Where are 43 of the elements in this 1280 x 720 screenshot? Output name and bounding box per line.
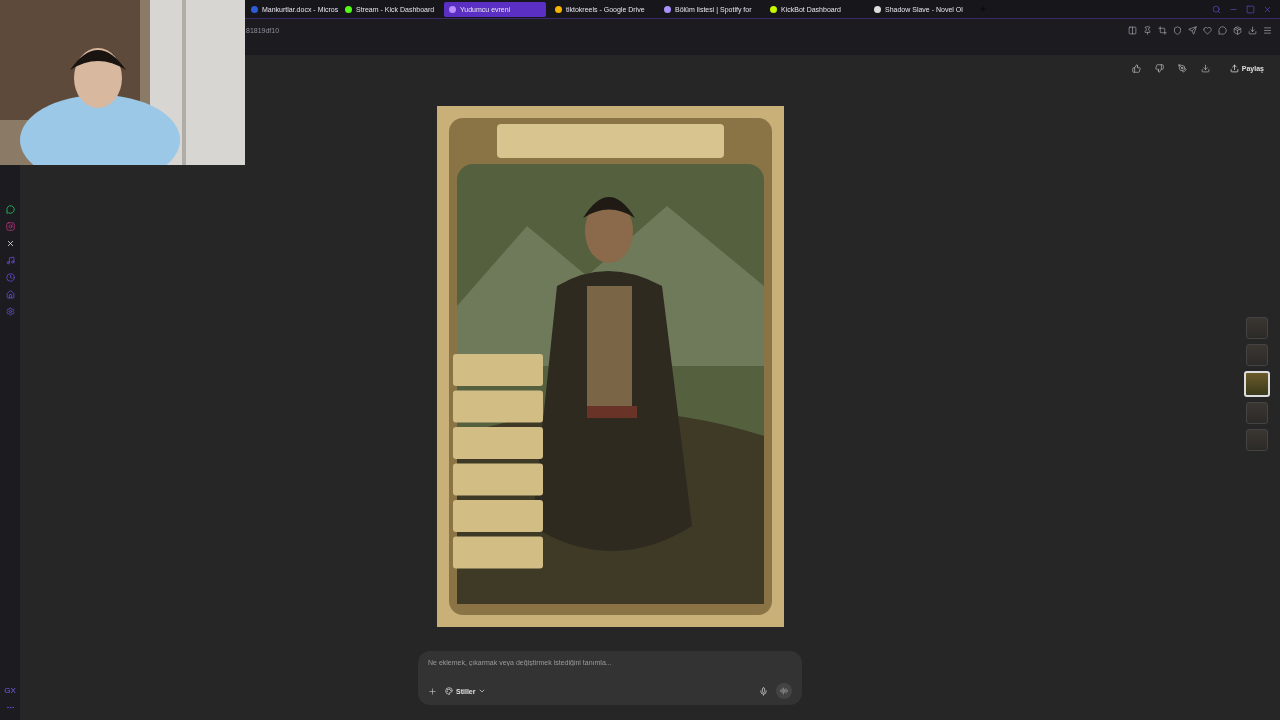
sidebar-badge[interactable]: GX <box>4 686 16 695</box>
send-icon[interactable] <box>1188 25 1197 35</box>
palette-icon <box>445 687 453 695</box>
add-icon[interactable] <box>428 686 437 696</box>
home-icon[interactable] <box>5 290 15 299</box>
search-icon[interactable] <box>1212 4 1221 14</box>
extensions-icon[interactable] <box>1233 25 1242 35</box>
camera-icon[interactable] <box>5 222 15 231</box>
tab-icon <box>770 5 777 13</box>
tab-icon <box>449 5 456 13</box>
tab-icon <box>345 5 352 13</box>
split-view-icon[interactable] <box>1128 25 1137 35</box>
microphone-icon[interactable] <box>759 686 768 696</box>
thumbs-down-icon[interactable] <box>1154 64 1164 73</box>
voice-button[interactable] <box>776 683 792 699</box>
tab-icon <box>874 5 881 13</box>
tab-icon <box>251 5 258 13</box>
tab-icon <box>664 5 671 13</box>
pin-icon[interactable] <box>1143 25 1152 35</box>
download-icon[interactable] <box>1248 25 1257 35</box>
chat-icon[interactable] <box>1218 25 1227 35</box>
image-thumbnail[interactable] <box>1246 429 1268 451</box>
chat-icon[interactable] <box>5 205 15 214</box>
upload-icon <box>1229 64 1239 73</box>
settings-icon[interactable] <box>5 307 15 316</box>
shield-icon[interactable] <box>1173 25 1182 35</box>
image-thumbnail[interactable] <box>1246 317 1268 339</box>
download-icon[interactable] <box>1200 64 1210 73</box>
history-icon[interactable] <box>5 273 15 282</box>
thumbs-up-icon[interactable] <box>1131 64 1141 73</box>
chevron-down-icon <box>478 687 487 695</box>
menu-icon[interactable] <box>1263 25 1272 35</box>
x-icon[interactable] <box>5 239 15 248</box>
music-icon[interactable] <box>5 256 15 265</box>
close-icon[interactable] <box>1263 4 1272 14</box>
more-icon[interactable] <box>5 703 15 712</box>
tab-icon <box>555 5 562 13</box>
snapshot-icon[interactable] <box>1158 25 1167 35</box>
pen-icon[interactable] <box>1177 64 1187 73</box>
image-thumbnail[interactable] <box>1246 402 1268 424</box>
heart-icon[interactable] <box>1203 25 1212 35</box>
image-thumbnail[interactable] <box>1246 344 1268 366</box>
sound-wave-icon <box>780 687 788 695</box>
